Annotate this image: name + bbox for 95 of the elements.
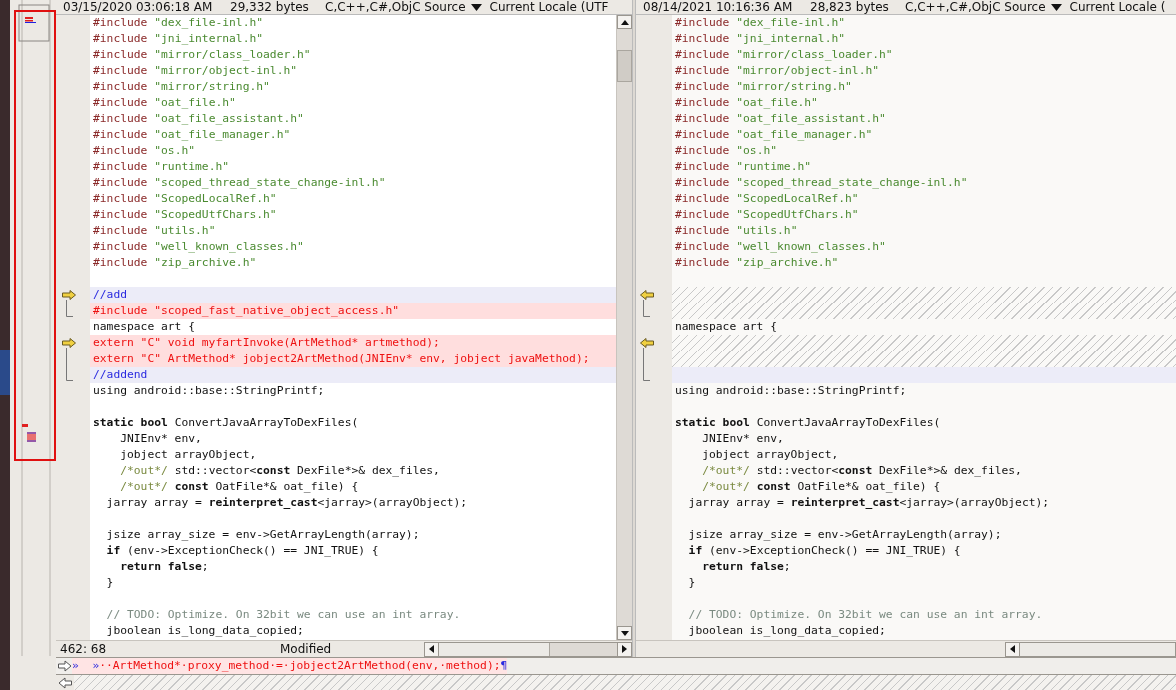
horizontal-scrollbar[interactable] bbox=[1005, 641, 1176, 657]
down-arrow-icon bbox=[620, 630, 629, 636]
code-line: namespace art { bbox=[92, 319, 197, 335]
code-line: #include "utils.h" bbox=[92, 223, 217, 239]
code-line: #include "mirror/class_loader.h" bbox=[674, 47, 894, 63]
code-line: return false; bbox=[701, 559, 792, 575]
code-line: if (env->ExceptionCheck() == JNI_TRUE) { bbox=[687, 543, 962, 559]
code-line: /*out*/ const OatFile*& oat_file) { bbox=[701, 479, 942, 495]
file-date: 03/15/2020 03:06:18 AM bbox=[63, 0, 214, 14]
code-line: #include "well_known_classes.h" bbox=[92, 239, 305, 255]
file-size: 28,823 bytes bbox=[810, 0, 890, 14]
code-line: static bool ConvertJavaArrayToDexFiles( bbox=[92, 415, 360, 431]
code-line: jsize array_size = env->GetArrayLength(array); bbox=[105, 527, 421, 543]
code-line: #include "ScopedUtfChars.h" bbox=[674, 207, 860, 223]
code-line: // TODO: Optimize. On 32bit we can use an int array. bbox=[105, 607, 462, 623]
code-line: #include "oat_file_assistant.h" bbox=[92, 111, 305, 127]
code-line: JNIEnv* env, bbox=[701, 431, 785, 447]
code-line: /*out*/ const OatFile*& oat_file) { bbox=[119, 479, 360, 495]
caret-icon bbox=[470, 3, 482, 11]
code-line: #include "mirror/string.h" bbox=[92, 79, 271, 95]
left-arrow-icon bbox=[429, 645, 434, 653]
code-line: jboolean is_long_data_copied; bbox=[105, 623, 305, 639]
code-line: #include "jni_internal.h" bbox=[674, 31, 847, 47]
code-line: #include "mirror/string.h" bbox=[674, 79, 853, 95]
scroll-down-button[interactable] bbox=[617, 626, 632, 640]
code-line: #include "dex_file-inl.h" bbox=[92, 15, 265, 31]
left-arrow-icon[interactable] bbox=[640, 290, 654, 300]
code-line: #include "mirror/object-inl.h" bbox=[674, 63, 881, 79]
code-line: #include "oat_file_manager.h" bbox=[92, 127, 292, 143]
left-arrow-icon bbox=[1010, 645, 1015, 653]
scroll-thumb[interactable] bbox=[1020, 642, 1175, 656]
left-arrow-icon[interactable] bbox=[640, 338, 654, 348]
code-line: /*out*/ std::vector<const DexFile*>& dex_files, bbox=[119, 463, 441, 479]
scroll-left-button[interactable] bbox=[1006, 642, 1020, 656]
scroll-up-button[interactable] bbox=[617, 15, 632, 29]
code-line: #include "dex_file-inl.h" bbox=[674, 15, 847, 31]
modified-status: Modified bbox=[280, 642, 333, 656]
caret-icon bbox=[1050, 3, 1062, 11]
code-line: #include "zip_archive.h" bbox=[674, 255, 840, 271]
code-line: #include "oat_file.h" bbox=[92, 95, 237, 111]
code-line: #include "ScopedLocalRef.h" bbox=[92, 191, 278, 207]
scroll-thumb[interactable] bbox=[617, 50, 632, 82]
right-arrow-icon[interactable] bbox=[58, 660, 72, 672]
encoding-label: Current Locale (UTF bbox=[489, 0, 609, 14]
code-line: jobject arrayObject, bbox=[119, 447, 258, 463]
code-line: #include "ScopedLocalRef.h" bbox=[674, 191, 860, 207]
encoding-label: Current Locale ( bbox=[1069, 0, 1166, 14]
code-line: jarray array = reinterpret_cast<jarray>(arrayObject); bbox=[105, 495, 469, 511]
code-line: #include "os.h" bbox=[674, 143, 779, 159]
code-line: #include "scoped_thread_state_change-inl.h" bbox=[674, 175, 969, 191]
code-line: #include "zip_archive.h" bbox=[92, 255, 258, 271]
vertical-scrollbar[interactable] bbox=[616, 15, 632, 640]
file-size: 29,332 bytes bbox=[230, 0, 310, 14]
code-line: using android::base::StringPrintf; bbox=[92, 383, 326, 399]
code-line: // TODO: Optimize. On 32bit we can use an int array. bbox=[687, 607, 1044, 623]
code-line: #include "mirror/class_loader.h" bbox=[92, 47, 312, 63]
right-arrow-icon bbox=[622, 645, 627, 653]
code-line: #include "ScopedUtfChars.h" bbox=[92, 207, 278, 223]
right-arrow-icon[interactable] bbox=[62, 290, 76, 300]
format-dropdown[interactable]: C,C++,C#,ObjC Source bbox=[325, 0, 482, 14]
format-dropdown[interactable]: C,C++,C#,ObjC Source bbox=[905, 0, 1062, 14]
code-line: jobject arrayObject, bbox=[701, 447, 840, 463]
code-line: #include "oat_file_manager.h" bbox=[674, 127, 874, 143]
code-line: #include "oat_file.h" bbox=[674, 95, 819, 111]
code-line: static bool ConvertJavaArrayToDexFiles( bbox=[674, 415, 942, 431]
code-line: jarray array = reinterpret_cast<jarray>(arrayObject); bbox=[687, 495, 1051, 511]
code-line: namespace art { bbox=[674, 319, 779, 335]
scroll-left-button[interactable] bbox=[425, 642, 439, 656]
code-line: return false; bbox=[119, 559, 210, 575]
code-line: #include "runtime.h" bbox=[674, 159, 813, 175]
code-line: #include "jni_internal.h" bbox=[92, 31, 265, 47]
code-line: #include "scoped_thread_state_change-inl.h" bbox=[92, 175, 387, 191]
code-line: #include "oat_file_assistant.h" bbox=[674, 111, 887, 127]
file-date: 08/14/2021 10:16:36 AM bbox=[643, 0, 794, 14]
code-line: #include "well_known_classes.h" bbox=[674, 239, 887, 255]
code-line: } bbox=[105, 575, 115, 591]
cursor-position: 462: 68 bbox=[60, 642, 108, 656]
code-line: jboolean is_long_data_copied; bbox=[687, 623, 887, 639]
code-line: #include "os.h" bbox=[92, 143, 197, 159]
code-line: using android::base::StringPrintf; bbox=[674, 383, 908, 399]
code-line: if (env->ExceptionCheck() == JNI_TRUE) { bbox=[105, 543, 380, 559]
code-line: } bbox=[687, 575, 697, 591]
code-line: JNIEnv* env, bbox=[119, 431, 203, 447]
code-line: jsize array_size = env->GetArrayLength(array); bbox=[687, 527, 1003, 543]
code-line: #include "mirror/object-inl.h" bbox=[92, 63, 299, 79]
horizontal-scrollbar[interactable] bbox=[424, 641, 632, 657]
up-arrow-icon bbox=[620, 19, 629, 25]
scroll-right-button[interactable] bbox=[617, 642, 631, 656]
code-line: #include "utils.h" bbox=[674, 223, 799, 239]
selected-line-detail: » »··ArtMethod*·proxy_method·=·jobject2ArtMethod(env,·method);¶ bbox=[72, 658, 508, 674]
right-arrow-icon[interactable] bbox=[62, 338, 76, 348]
code-line: #include "runtime.h" bbox=[92, 159, 231, 175]
scroll-thumb[interactable] bbox=[439, 642, 550, 656]
left-arrow-icon[interactable] bbox=[58, 676, 72, 689]
code-line: /*out*/ std::vector<const DexFile*>& dex_files, bbox=[701, 463, 1023, 479]
